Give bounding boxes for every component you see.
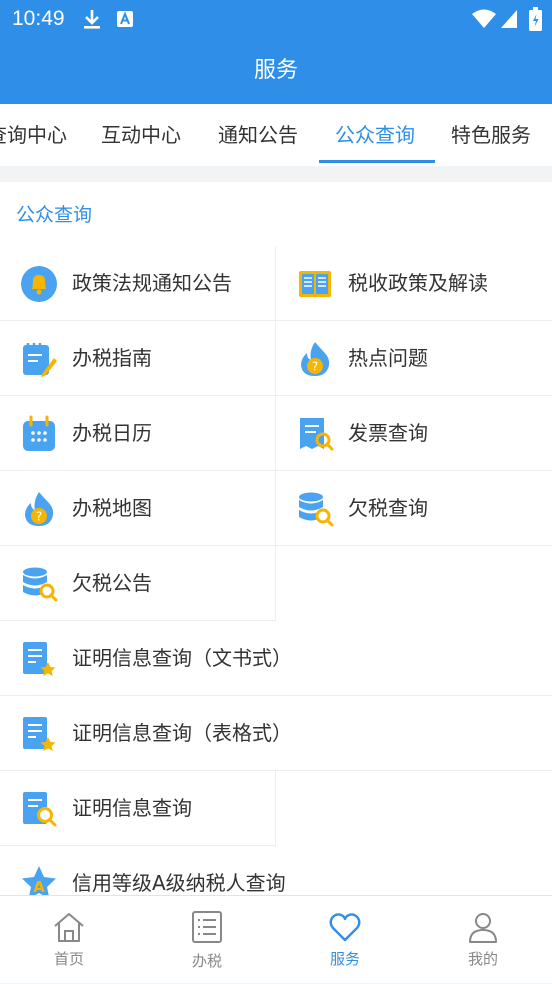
list-item-label: 证明信息查询（表格式） bbox=[72, 721, 292, 745]
grid-item-label: 发票查询 bbox=[348, 421, 428, 445]
nav-label: 办税 bbox=[191, 952, 222, 970]
grid-item-arrears-notice[interactable]: 欠税公告 bbox=[0, 546, 276, 621]
database-search-icon bbox=[299, 492, 334, 527]
svg-text:?: ? bbox=[36, 510, 42, 524]
tab-bar: 查询中心 互动中心 通知公告 公众查询 特色服务 bbox=[0, 104, 552, 166]
document-star-icon bbox=[23, 717, 56, 751]
svg-text:?: ? bbox=[312, 360, 318, 374]
download-icon bbox=[84, 10, 100, 29]
bell-icon bbox=[21, 266, 57, 302]
nav-label: 服务 bbox=[329, 950, 360, 968]
app-store-icon bbox=[117, 11, 133, 27]
grid-item-label: 税收政策及解读 bbox=[348, 271, 488, 295]
status-bar: 10:49 bbox=[0, 0, 552, 40]
wifi-icon bbox=[472, 9, 496, 28]
grid-item-tax-map[interactable]: ? 办税地图 bbox=[0, 471, 276, 546]
nav-mine[interactable]: 我的 bbox=[414, 896, 552, 984]
grid-item-label: 欠税公告 bbox=[72, 571, 152, 595]
flame-question-icon: ? bbox=[301, 342, 330, 376]
calendar-icon bbox=[23, 415, 55, 451]
nav-label: 首页 bbox=[53, 950, 84, 968]
nav-home[interactable]: 首页 bbox=[0, 896, 138, 984]
invoice-search-icon bbox=[300, 418, 334, 451]
grid-item-label: 办税指南 bbox=[72, 346, 152, 370]
grid-item-label: 证明信息查询 bbox=[72, 796, 192, 820]
grid-item-hot-questions[interactable]: ? 热点问题 bbox=[276, 321, 552, 396]
document-search-icon bbox=[23, 792, 57, 827]
tab-public-query[interactable]: 公众查询 bbox=[335, 104, 415, 166]
grid-item-label: 办税日历 bbox=[72, 421, 152, 445]
section-title: 公众查询 bbox=[16, 204, 93, 226]
grid-item-tax-policy[interactable]: 税收政策及解读 bbox=[276, 246, 552, 321]
grid-item-tax-guide[interactable]: 办税指南 bbox=[0, 321, 276, 396]
list-item-label: 信用等级A级纳税人查询 bbox=[72, 871, 286, 895]
grid-item-label: 欠税查询 bbox=[348, 496, 428, 520]
heart-icon bbox=[329, 913, 361, 942]
grid-item-invoice-query[interactable]: 发票查询 bbox=[276, 396, 552, 471]
grid-item-certificate-query[interactable]: 证明信息查询 bbox=[0, 771, 276, 846]
nav-tax[interactable]: 办税 bbox=[138, 896, 276, 984]
grid-item-policy-notices[interactable]: 政策法规通知公告 bbox=[0, 246, 276, 321]
grid-item-label: 办税地图 bbox=[72, 496, 152, 520]
battery-icon bbox=[529, 7, 542, 31]
book-icon bbox=[299, 271, 331, 297]
nav-label: 我的 bbox=[467, 950, 498, 968]
tab-notices[interactable]: 通知公告 bbox=[218, 104, 298, 166]
service-card: 公众查询 政策法规通知公告 税收政策及解读 办税指南 ? 热点问题 办税日历 发… bbox=[0, 182, 552, 902]
svg-text:A: A bbox=[33, 878, 45, 896]
list-item-certificate-table[interactable]: 证明信息查询（表格式） bbox=[0, 696, 552, 771]
document-star-icon bbox=[23, 642, 56, 676]
status-time: 10:49 bbox=[12, 7, 65, 30]
cellular-icon bbox=[501, 10, 517, 28]
grid-item-tax-calendar[interactable]: 办税日历 bbox=[0, 396, 276, 471]
grid-item-arrears-query[interactable]: 欠税查询 bbox=[276, 471, 552, 546]
list-item-credit-a-taxpayer[interactable]: A 信用等级A级纳税人查询 bbox=[0, 846, 552, 902]
user-icon bbox=[469, 913, 497, 943]
tab-query-center[interactable]: 查询中心 bbox=[0, 104, 67, 166]
list-item-certificate-document[interactable]: 证明信息查询（文书式） bbox=[0, 621, 552, 696]
nav-services[interactable]: 服务 bbox=[276, 896, 414, 984]
bottom-nav: 首页 办税 服务 我的 bbox=[0, 895, 552, 983]
tab-interaction-center[interactable]: 互动中心 bbox=[101, 104, 181, 166]
page-title: 服务 bbox=[0, 40, 552, 104]
flame-question-icon: ? bbox=[25, 492, 54, 526]
home-icon bbox=[54, 913, 84, 942]
database-search-icon bbox=[23, 567, 58, 602]
grid-item-label: 热点问题 bbox=[348, 346, 428, 370]
grid-item-label: 政策法规通知公告 bbox=[72, 271, 232, 295]
active-tab-indicator bbox=[319, 160, 435, 163]
list-icon bbox=[192, 911, 222, 943]
list-item-label: 证明信息查询（文书式） bbox=[72, 646, 292, 670]
tab-special-services[interactable]: 特色服务 bbox=[451, 104, 531, 166]
notepad-pen-icon bbox=[23, 343, 57, 377]
